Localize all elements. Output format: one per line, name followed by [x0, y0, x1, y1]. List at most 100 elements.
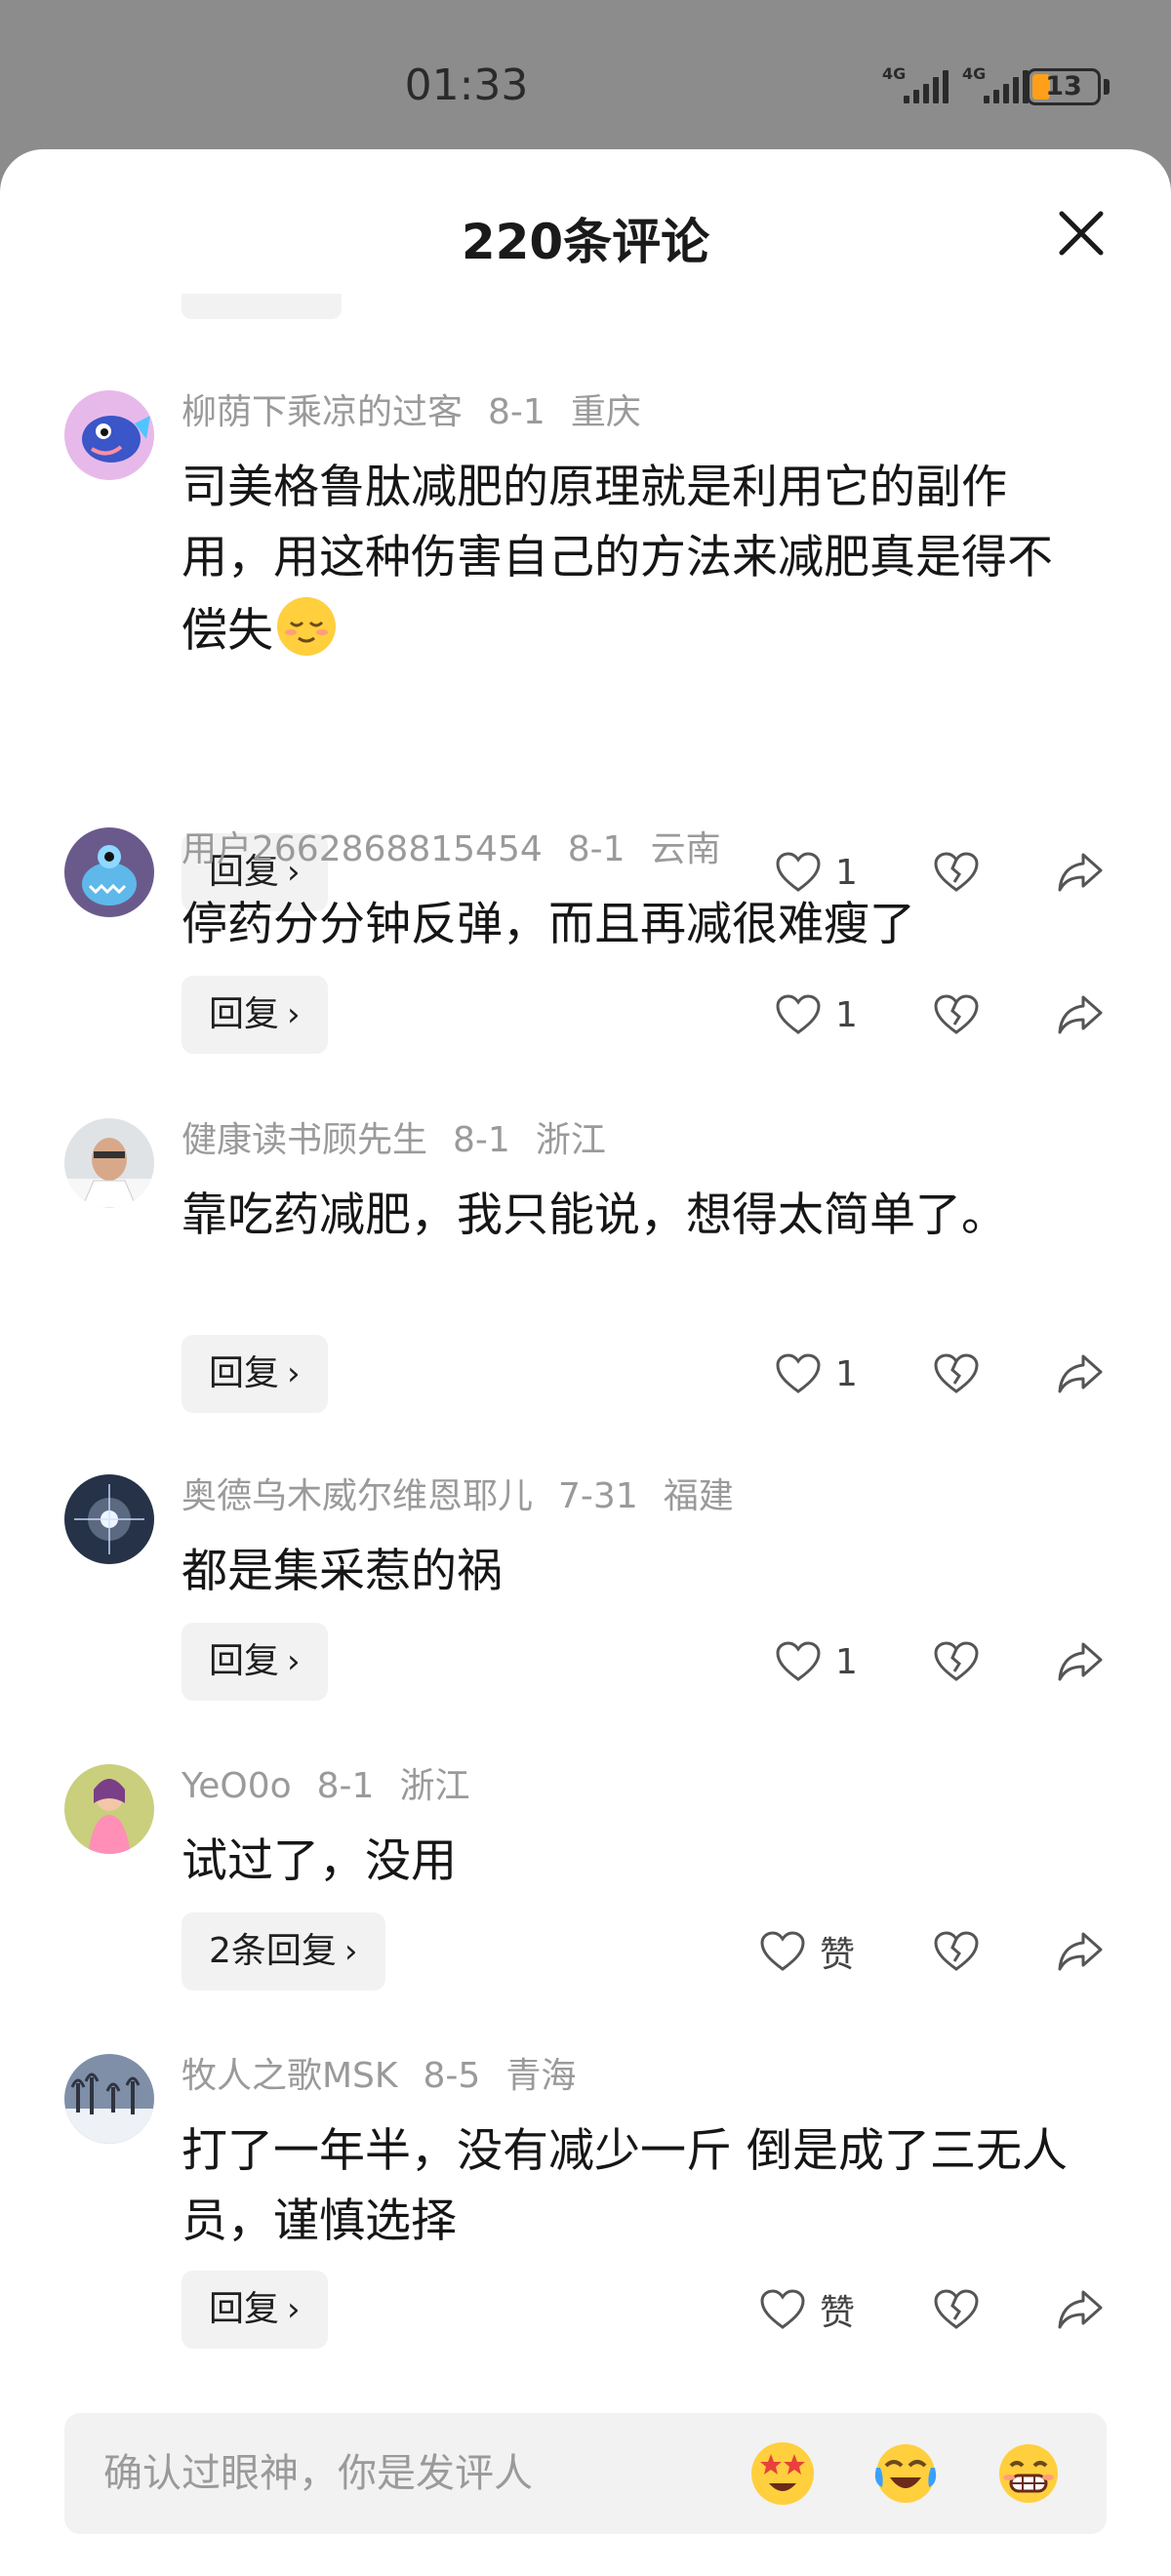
avatar[interactable]	[64, 1474, 154, 1564]
comment-date: 8-1	[453, 1120, 510, 1160]
comment-date: 7-31	[558, 1476, 638, 1516]
share-icon	[1058, 1642, 1103, 1681]
heart-icon	[776, 994, 821, 1034]
reply-button[interactable]: 回复 ›	[182, 976, 328, 1054]
grinning-emoji[interactable]	[993, 2438, 1064, 2509]
dislike-heart-icon	[934, 852, 979, 892]
dislike-button[interactable]	[933, 2271, 980, 2349]
comment-meta: 健康读书顾先生 8-1 浙江	[182, 1118, 631, 1163]
comment-actions: 回复 › 1	[182, 1623, 1109, 1701]
like-count: 1	[835, 1641, 858, 1682]
comment-region: 云南	[650, 829, 721, 869]
username[interactable]: 牧人之歌MSK	[182, 2056, 398, 2096]
chevron-right-icon: ›	[287, 2290, 301, 2329]
comment-actions: 回复 › 1	[182, 976, 1109, 1054]
share-button[interactable]	[1056, 2271, 1105, 2349]
comment-text: 靠吃药减肥，我只能说，想得太简单了。	[182, 1188, 1007, 1242]
comment-sheet: 220条评论 柳荫下乘凉的过客 8-1 重庆 司美格鲁肽减肥的原理就是利用它的副作用…	[0, 149, 1171, 2576]
avatar[interactable]	[64, 827, 154, 917]
like-button[interactable]: 1	[775, 1623, 858, 1701]
heart-icon	[760, 1931, 805, 1971]
share-icon	[1058, 995, 1103, 1034]
reply-button[interactable]: 回复 ›	[182, 1623, 328, 1701]
comment-input-placeholder: 确认过眼神，你是发评人	[103, 2451, 533, 2496]
chevron-right-icon: ›	[287, 995, 301, 1034]
battery-cap	[1104, 79, 1110, 95]
dislike-heart-icon	[934, 1641, 979, 1681]
battery-icon: 13	[1027, 68, 1101, 105]
heart-icon	[760, 2289, 805, 2329]
comment-region: 福建	[663, 1476, 734, 1516]
username[interactable]: YeO0o	[182, 1766, 292, 1806]
dislike-heart-icon	[934, 1931, 979, 1971]
comment-region: 浙江	[535, 1120, 606, 1160]
status-bar: 01:33 4G 4G 13	[0, 0, 1171, 156]
comment-actions: 2条回复 › 赞	[182, 1912, 1109, 1991]
share-button[interactable]	[1056, 1623, 1105, 1701]
comment-region: 青海	[505, 2056, 577, 2096]
chevron-right-icon: ›	[343, 1932, 358, 1971]
avatar[interactable]	[64, 2054, 154, 2144]
username[interactable]: 健康读书顾先生	[182, 1120, 427, 1160]
share-button[interactable]	[1056, 1335, 1105, 1413]
clock: 01:33	[404, 60, 529, 110]
avatar[interactable]	[64, 390, 154, 480]
relieved-face-emoji	[277, 597, 336, 656]
share-icon	[1058, 2290, 1103, 2329]
reply-button[interactable]: 回复 ›	[182, 1335, 328, 1413]
comment-count-title: 220条评论	[461, 214, 710, 270]
like-button[interactable]: 赞	[759, 1912, 855, 1991]
share-icon	[1058, 1932, 1103, 1971]
like-count: 1	[835, 994, 858, 1035]
like-count: 1	[835, 1353, 858, 1394]
comment-meta: 用户2662868815454 8-1 云南	[182, 827, 747, 872]
username[interactable]: 柳荫下乘凉的过客	[182, 392, 463, 432]
comment-date: 8-5	[423, 2056, 481, 2096]
comment-meta: 牧人之歌MSK 8-5 青海	[182, 2054, 601, 2099]
dislike-heart-icon	[934, 2289, 979, 2329]
share-icon	[1058, 853, 1103, 892]
like-button[interactable]: 1	[775, 1335, 858, 1413]
comment-text: 打了一年半，没有减少一斤 倒是成了三无人员，谨慎选择	[182, 2124, 1068, 2248]
heart-icon	[776, 852, 821, 892]
chevron-right-icon: ›	[287, 1642, 301, 1681]
comment-meta: YeO0o 8-1 浙江	[182, 1764, 495, 1809]
share-icon	[1058, 1354, 1103, 1393]
chevron-right-icon: ›	[287, 1354, 301, 1393]
view-replies-button[interactable]: 2条回复 ›	[182, 1912, 385, 1991]
close-icon[interactable]	[1052, 204, 1110, 262]
heart-icon	[776, 1641, 821, 1681]
dislike-button[interactable]	[933, 1335, 980, 1413]
comment-meta: 柳荫下乘凉的过客 8-1 重庆	[182, 390, 666, 435]
comment-text: 试过了，没用	[182, 1834, 457, 1888]
previous-reply-button-edge	[182, 294, 342, 319]
reply-button[interactable]: 回复 ›	[182, 2271, 328, 2349]
comment-meta: 奥德乌木威尔维恩耶儿 7-31 福建	[182, 1474, 759, 1519]
dislike-button[interactable]	[933, 976, 980, 1054]
signal-2-icon: 4G	[962, 64, 1029, 103]
username[interactable]: 奥德乌木威尔维恩耶儿	[182, 1476, 533, 1516]
username[interactable]: 用户2662868815454	[182, 829, 543, 869]
comment-actions: 回复 › 赞	[182, 2271, 1109, 2349]
comment-text: 都是集采惹的祸	[182, 1545, 503, 1598]
comment-date: 8-1	[567, 829, 626, 869]
avatar[interactable]	[64, 1118, 154, 1208]
comment-date: 8-1	[316, 1766, 375, 1806]
comment-actions: 回复 › 1	[182, 1335, 1109, 1413]
comment-text: 停药分分钟反弹，而且再减很难瘦了	[182, 898, 915, 951]
dislike-button[interactable]	[933, 1912, 980, 1991]
star-eyes-emoji[interactable]	[747, 2438, 818, 2509]
comment-text: 司美格鲁肽减肥的原理就是利用它的副作用，用这种伤害自己的方法来减肥真是得不偿失	[182, 461, 1053, 658]
share-button[interactable]	[1056, 1912, 1105, 1991]
signal-1-icon: 4G	[882, 64, 949, 103]
like-button[interactable]: 赞	[759, 2271, 855, 2349]
avatar[interactable]	[64, 1764, 154, 1854]
like-label: 赞	[820, 2293, 856, 2333]
crying-laughing-emoji[interactable]	[870, 2438, 941, 2509]
share-button[interactable]	[1056, 976, 1105, 1054]
like-button[interactable]: 1	[775, 976, 858, 1054]
comment-date: 8-1	[488, 392, 545, 432]
dislike-heart-icon	[934, 994, 979, 1034]
dislike-button[interactable]	[933, 1623, 980, 1701]
comment-input[interactable]: 确认过眼神，你是发评人	[64, 2413, 1107, 2534]
